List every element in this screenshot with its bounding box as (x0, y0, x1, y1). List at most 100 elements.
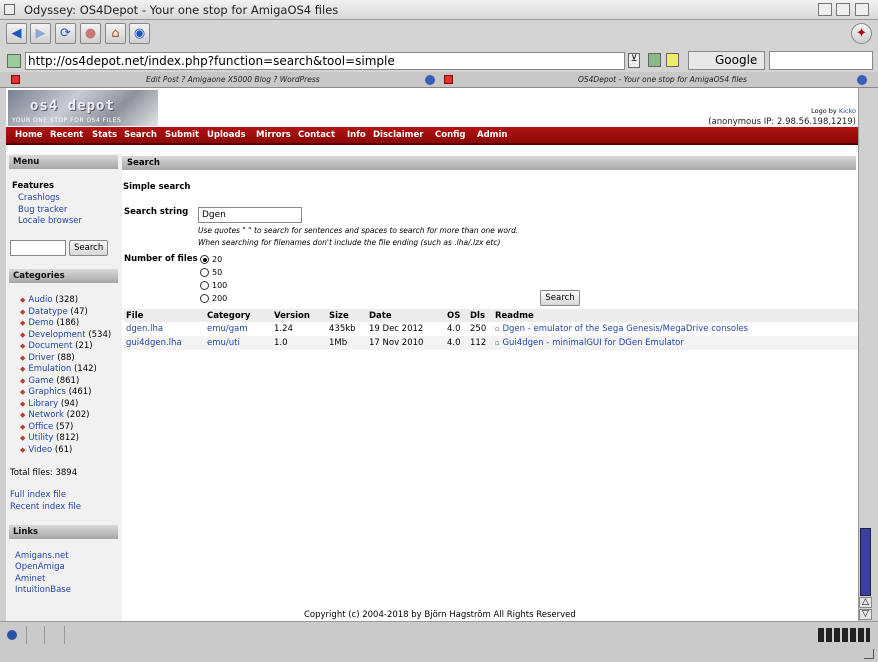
menu-stats[interactable]: Stats (92, 130, 117, 140)
back-icon[interactable]: ◀ (6, 23, 27, 44)
category-link[interactable]: Utility (28, 433, 53, 443)
iconify-icon[interactable] (818, 3, 832, 16)
category-item[interactable]: ◆ Document (21) (20, 341, 93, 351)
search-hint-filenames: When searching for filenames don't inclu… (198, 238, 501, 247)
reload-icon[interactable]: ⟳ (55, 23, 76, 44)
menu-contact[interactable]: Contact (298, 130, 335, 140)
menu-config[interactable]: Config (435, 130, 466, 140)
category-item[interactable]: ◆ Office (57) (20, 422, 73, 432)
sidebar-search-input[interactable] (10, 240, 66, 256)
bookmark-star-icon[interactable] (666, 53, 679, 67)
resize-handle-icon[interactable] (864, 649, 874, 659)
bookmark-add-icon[interactable] (648, 53, 661, 67)
category-link[interactable]: Video (28, 445, 52, 455)
radio-20[interactable] (200, 255, 209, 264)
menu-search[interactable]: Search (124, 130, 157, 140)
category-item[interactable]: ◆ Utility (812) (20, 433, 79, 443)
depth-icon[interactable] (855, 3, 869, 16)
scroll-down-icon[interactable]: ▽ (859, 609, 872, 620)
category-link[interactable]: Office (28, 422, 53, 432)
category-item[interactable]: ◆ Development (534) (20, 330, 111, 340)
category-item[interactable]: ◆ Driver (88) (20, 353, 75, 363)
col-dls[interactable]: Dls (468, 309, 493, 322)
menu-home[interactable]: Home (15, 130, 43, 140)
url-dropdown-icon[interactable]: ⊻ (628, 53, 640, 68)
radio-100[interactable] (200, 281, 209, 290)
category-link[interactable]: Demo (28, 318, 53, 328)
tab-os4depot[interactable]: OS4Depot - Your one stop for AmigaOS4 fi… (578, 73, 747, 87)
col-category[interactable]: Category (205, 309, 272, 322)
category-item[interactable]: ◆ Demo (186) (20, 318, 79, 328)
menu-mirrors[interactable]: Mirrors (256, 130, 291, 140)
sidebar-search-button[interactable]: Search (69, 240, 108, 256)
menu-info[interactable]: Info (347, 130, 366, 140)
readme-link[interactable]: Dgen - emulator of the Sega Genesis/Mega… (502, 324, 748, 334)
col-file[interactable]: File (124, 309, 205, 322)
category-link[interactable]: emu/gam (205, 322, 272, 336)
menu-disclaimer[interactable]: Disclaimer (373, 130, 423, 140)
scroll-up-icon[interactable]: △ (859, 597, 872, 608)
search-engine-input[interactable] (769, 51, 873, 70)
home-icon[interactable]: ⌂ (105, 23, 126, 44)
link-openamiga[interactable]: OpenAmiga (15, 562, 65, 572)
category-link[interactable]: Emulation (28, 364, 71, 374)
stop-icon[interactable]: ● (80, 23, 101, 44)
category-link[interactable]: Development (28, 330, 85, 340)
link-amigans[interactable]: Amigans.net (15, 551, 69, 561)
link-recent-index[interactable]: Recent index file (10, 502, 81, 512)
site-logo[interactable]: os4 depot YOUR ONE STOP FOR OS4 FILES (8, 90, 158, 126)
menu-admin[interactable]: Admin (477, 130, 508, 140)
close-tab-icon[interactable] (11, 75, 20, 84)
compass-icon[interactable]: ✦ (851, 23, 872, 44)
category-link[interactable]: emu/uti (205, 336, 272, 350)
url-field[interactable]: http://os4depot.net/index.php?function=s… (25, 52, 625, 70)
category-link[interactable]: Driver (28, 353, 54, 363)
search-engine-button[interactable]: Google (688, 51, 765, 70)
scrollbar-thumb[interactable] (860, 528, 871, 596)
link-locale-browser[interactable]: Locale browser (18, 216, 82, 226)
logo-author-link[interactable]: Kicko (839, 107, 856, 115)
link-bug-tracker[interactable]: Bug tracker (18, 205, 67, 215)
menu-submit[interactable]: Submit (165, 130, 199, 140)
menu-recent[interactable]: Recent (50, 130, 83, 140)
category-item[interactable]: ◆ Audio (328) (20, 295, 78, 305)
category-item[interactable]: ◆ Datatype (47) (20, 307, 88, 317)
category-item[interactable]: ◆ Network (202) (20, 410, 89, 420)
link-crashlogs[interactable]: Crashlogs (18, 193, 60, 203)
menu-uploads[interactable]: Uploads (207, 130, 246, 140)
forward-icon[interactable]: ▶ (30, 23, 51, 44)
link-aminet[interactable]: Aminet (15, 574, 45, 584)
link-intuitionbase[interactable]: IntuitionBase (15, 585, 71, 595)
tab-wordpress[interactable]: Edit Post ? Amigaone X5000 Blog ? WordPr… (146, 73, 320, 87)
category-link[interactable]: Graphics (28, 387, 66, 397)
vertical-scrollbar[interactable]: △ ▽ (858, 88, 872, 621)
col-os[interactable]: OS (445, 309, 468, 322)
category-item[interactable]: ◆ Video (61) (20, 445, 72, 455)
search-string-input[interactable] (198, 207, 302, 223)
zoom-icon[interactable] (836, 3, 850, 16)
category-link[interactable]: Network (28, 410, 64, 420)
close-tab-icon[interactable] (444, 75, 453, 84)
search-submit-button[interactable]: Search (540, 290, 580, 306)
category-link[interactable]: Audio (28, 295, 52, 305)
radio-200[interactable] (200, 294, 209, 303)
link-full-index[interactable]: Full index file (10, 490, 66, 500)
category-item[interactable]: ◆ Emulation (142) (20, 364, 97, 374)
category-item[interactable]: ◆ Graphics (461) (20, 387, 92, 397)
radio-50[interactable] (200, 268, 209, 277)
col-readme[interactable]: Readme (493, 309, 858, 322)
history-icon[interactable]: ◉ (129, 23, 150, 44)
category-link[interactable]: Library (28, 399, 58, 409)
file-link[interactable]: gui4dgen.lha (124, 336, 205, 350)
category-link[interactable]: Game (28, 376, 53, 386)
category-link[interactable]: Datatype (28, 307, 67, 317)
col-date[interactable]: Date (367, 309, 445, 322)
col-version[interactable]: Version (272, 309, 327, 322)
file-link[interactable]: dgen.lha (124, 322, 205, 336)
col-size[interactable]: Size (327, 309, 367, 322)
close-window-icon[interactable] (4, 4, 15, 15)
category-item[interactable]: ◆ Game (861) (20, 376, 79, 386)
readme-link[interactable]: Gui4dgen - minimalGUI for DGen Emulator (502, 338, 683, 348)
category-link[interactable]: Document (28, 341, 72, 351)
category-item[interactable]: ◆ Library (94) (20, 399, 78, 409)
